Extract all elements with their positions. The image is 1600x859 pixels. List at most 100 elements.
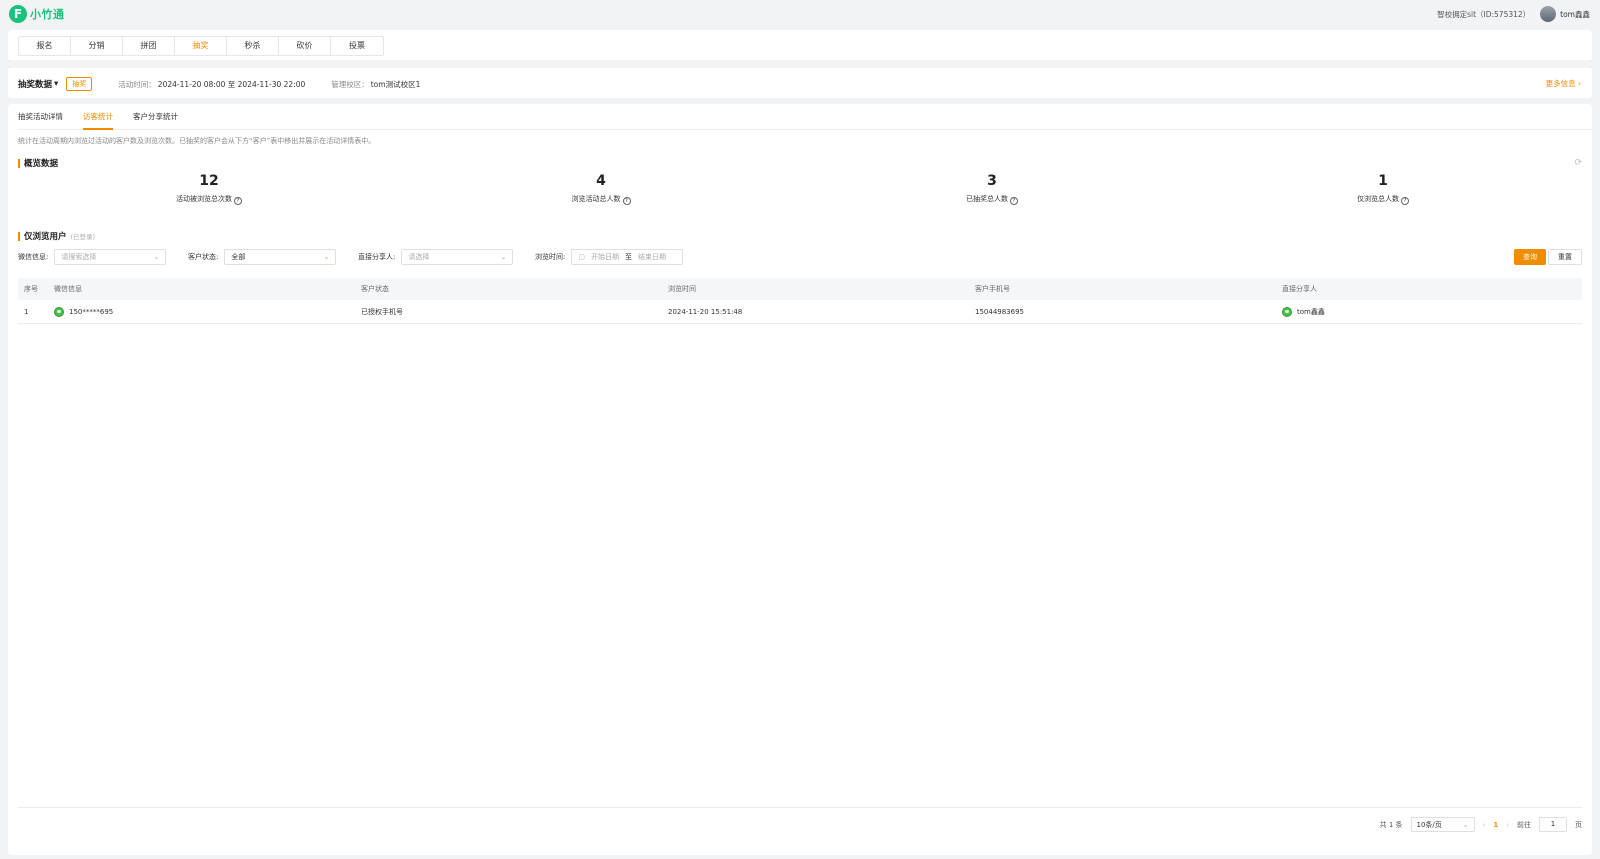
cell-browse-time: 2024-11-20 15:51:48 (668, 307, 743, 316)
caret-down-icon: ▾ (54, 79, 59, 89)
page-size-select[interactable]: 10条/页 ⌄ (1410, 817, 1475, 832)
status-select[interactable]: 全部 ⌄ (224, 249, 337, 265)
browse-time-label: 浏览时间: (535, 253, 566, 261)
sharer-filter: 直接分享人: 请选择 ⌄ (358, 249, 514, 265)
avatar (1540, 6, 1557, 22)
range-separator: 至 (624, 253, 632, 261)
brand-logo[interactable]: F 小竹通 (9, 5, 65, 23)
wechat-filter-label: 微信信息: (18, 253, 49, 261)
sharer-avatar-icon (1282, 306, 1292, 317)
stat-total-views: 12 活动被浏览总次数? (109, 173, 309, 205)
stat-value: 1 (1378, 173, 1388, 189)
activity-tag: 抽奖 (66, 77, 93, 91)
table-row[interactable]: 1 150*****695 已授权手机号 2024-11-20 15:51:48… (18, 300, 1582, 324)
query-button[interactable]: 查询 (1514, 249, 1546, 265)
stat-label: 浏览活动总人数 (571, 195, 621, 203)
tab-flash-sale[interactable]: 秒杀 (227, 37, 279, 55)
overview-section-title: 概览数据 (18, 157, 58, 169)
wechat-placeholder: 请搜索选择 (61, 253, 97, 261)
page-number[interactable]: 1 (1493, 821, 1498, 829)
goto-page-input[interactable]: 1 (1539, 817, 1567, 832)
stat-value: 12 (199, 173, 219, 189)
stat-value: 3 (987, 173, 997, 189)
more-info-link[interactable]: 更多信息 › (1546, 78, 1581, 89)
tab-visitor-stats[interactable]: 访客统计 (83, 104, 113, 130)
pagination: 共 1 条 10条/页 ⌄ ‹ 1 › 前往 1 页 (1380, 817, 1582, 832)
stat-value: 4 (596, 173, 606, 189)
header-right: 智校拥定sit（ID:575312） tom鑫鑫 (1437, 6, 1590, 22)
tab-distribution[interactable]: 分销 (71, 37, 123, 55)
help-circle-icon[interactable]: ? (1010, 197, 1018, 205)
stat-total-visitors: 4 浏览活动总人数? (501, 173, 701, 205)
col-sharer: 直接分享人 (1282, 285, 1317, 293)
stat-label: 活动被浏览总次数 (176, 195, 232, 203)
tab-lottery-detail[interactable]: 抽奖活动详情 (18, 104, 63, 129)
status-value: 全部 (231, 253, 246, 261)
tab-lottery[interactable]: 抽奖 (175, 37, 227, 55)
prev-page-icon[interactable]: ‹ (1483, 821, 1486, 829)
tab-bargain[interactable]: 砍价 (279, 37, 331, 55)
start-date-placeholder[interactable]: 开始日期 (591, 252, 619, 262)
more-info-label: 更多信息 (1545, 79, 1576, 88)
col-index: 序号 (24, 285, 38, 293)
calendar-icon: ▢ (578, 253, 585, 261)
wechat-value: 150*****695 (69, 307, 114, 316)
wechat-select[interactable]: 请搜索选择 ⌄ (54, 249, 167, 265)
activity-type-tabs: 报名 分销 拼团 抽奖 秒杀 砍价 投票 (18, 36, 384, 56)
tab-signup[interactable]: 报名 (19, 37, 71, 55)
chevron-right-icon: › (1578, 79, 1581, 88)
reset-button[interactable]: 重置 (1548, 249, 1582, 265)
cell-wechat: 150*****695 (54, 306, 361, 317)
col-phone: 客户手机号 (975, 285, 1010, 293)
sharer-select[interactable]: 请选择 ⌄ (401, 249, 514, 265)
cell-sharer: tom鑫鑫 (1282, 306, 1582, 317)
school-name[interactable]: 智校拥定sit（ID:575312） (1437, 9, 1530, 20)
sharer-value: tom鑫鑫 (1297, 307, 1325, 316)
date-range-picker[interactable]: ▢ 开始日期 至 结束日期 (571, 249, 684, 265)
divider (18, 807, 1582, 808)
end-date-placeholder[interactable]: 结束日期 (638, 252, 666, 262)
user-menu[interactable]: tom鑫鑫 (1540, 6, 1590, 22)
status-filter: 客户状态: 全部 ⌄ (188, 249, 337, 265)
chevron-down-icon: ⌄ (1462, 820, 1469, 829)
chevron-down-icon: ⌄ (323, 253, 330, 261)
tab-group-buy[interactable]: 拼团 (123, 37, 175, 55)
cell-phone: 15044983695 (975, 307, 1024, 316)
stats-description: 统计在活动周期内浏览过活动的客户数及浏览次数。已抽奖的客户会从下方“客户”表中移… (18, 137, 376, 145)
stat-drawn-users: 3 已抽奖总人数? (892, 173, 1092, 205)
sharer-filter-label: 直接分享人: (358, 253, 396, 261)
chevron-down-icon: ⌄ (153, 253, 160, 261)
filter-bar: 微信信息: 请搜索选择 ⌄ 客户状态: 全部 ⌄ 直接分享人: 请选择 ⌄ 浏览… (18, 249, 1582, 267)
overview-title: 概览数据 (24, 159, 59, 169)
help-circle-icon[interactable]: ? (1401, 197, 1409, 205)
next-page-icon[interactable]: › (1506, 821, 1509, 829)
help-circle-icon[interactable]: ? (622, 197, 631, 205)
browse-only-note: (已登录) (70, 233, 96, 241)
stat-label-row: 已抽奖总人数? (892, 194, 1092, 205)
data-type-dropdown[interactable]: 抽奖数据 ▾ (18, 78, 58, 90)
activity-time-value: 2024-11-20 08:00 至 2024-11-30 22:00 (157, 79, 306, 89)
overview-stats: 12 活动被浏览总次数? 4 浏览活动总人数? 3 已抽奖总人数? 1 仅浏览总… (18, 173, 1582, 213)
chevron-down-icon: ⌄ (500, 253, 507, 261)
stat-label-row: 仅浏览总人数? (1283, 194, 1483, 205)
main-panel: 抽奖活动详情 访客统计 客户分享统计 统计在活动周期内浏览过活动的客户数及浏览次… (8, 104, 1592, 855)
campus-value: tom测试校区1 (370, 79, 421, 89)
sub-tabs: 抽奖活动详情 访客统计 客户分享统计 (18, 104, 1592, 130)
logo-mark-icon: F (9, 5, 27, 23)
brand-name: 小竹通 (30, 8, 65, 21)
col-status: 客户状态 (361, 285, 389, 293)
stat-label: 仅浏览总人数 (1357, 195, 1399, 203)
table-header: 序号 微信信息 客户状态 浏览时间 客户手机号 直接分享人 (18, 278, 1582, 300)
status-filter-label: 客户状态: (188, 253, 219, 261)
page-unit: 页 (1575, 820, 1582, 829)
tab-share-stats[interactable]: 客户分享统计 (133, 104, 178, 129)
refresh-icon[interactable]: ⟳ (1574, 158, 1582, 168)
sharer-placeholder: 请选择 (408, 253, 430, 261)
help-circle-icon[interactable]: ? (234, 197, 242, 205)
tab-vote[interactable]: 投票 (331, 37, 383, 55)
activity-time-label: 活动时间： (118, 79, 156, 89)
activity-info: 抽奖数据 ▾ 抽奖 活动时间： 2024-11-20 08:00 至 2024-… (18, 77, 420, 91)
wechat-filter: 微信信息: 请搜索选择 ⌄ (18, 249, 167, 265)
user-avatar-icon (54, 306, 64, 317)
section-marker (18, 231, 20, 241)
